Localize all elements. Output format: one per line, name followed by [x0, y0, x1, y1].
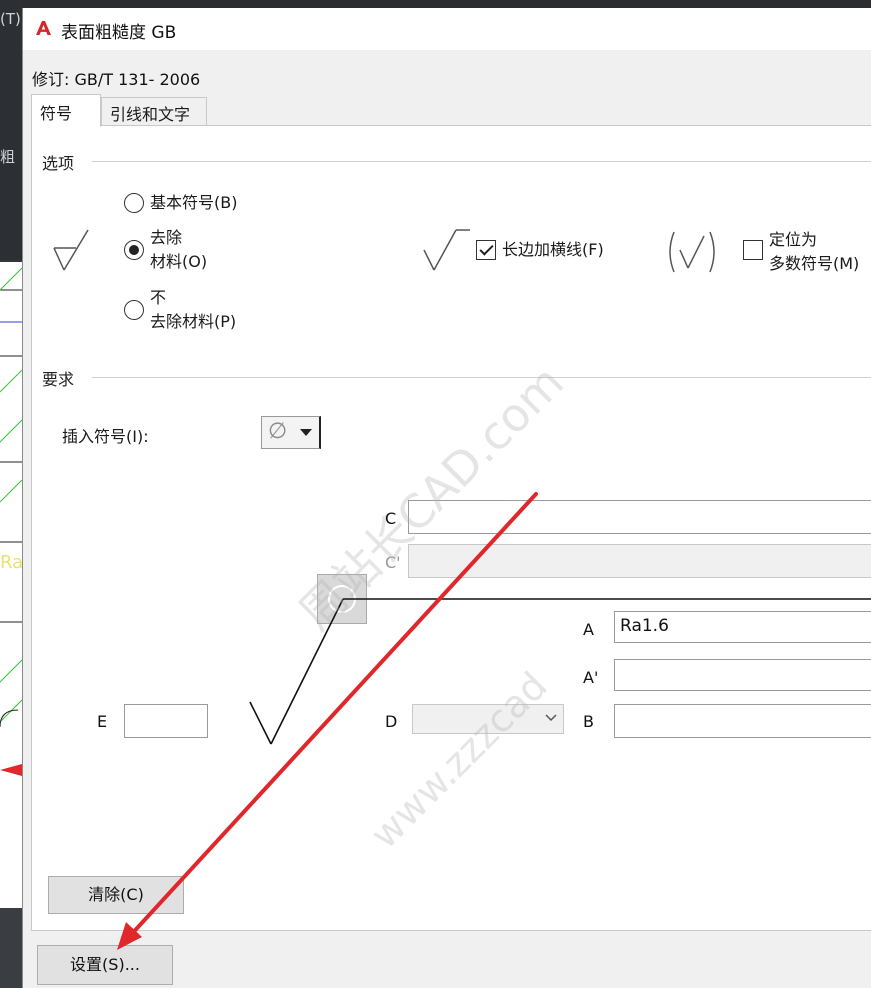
field-a-letter: A [583, 620, 594, 639]
surface-roughness-dialog: 表面粗糙度 GB 修订: GB/T 131- 2006 符号 引线和文字 选项 … [22, 8, 871, 988]
field-a-prime-letter: A' [583, 668, 599, 687]
radio-no-material-removal-label-line1: 不 [150, 288, 167, 307]
tab-symbol[interactable]: 符号 [31, 94, 101, 127]
autocad-logo-icon [34, 19, 52, 37]
tab-leader-and-text[interactable]: 引线和文字 [101, 97, 207, 126]
requirements-group-title: 要求 [42, 366, 81, 390]
dropdown-arrow-icon [300, 429, 312, 436]
radio-remove-material-label-line2: 材料(O) [150, 252, 208, 271]
cad-fragment-text: 粗 [0, 148, 16, 166]
material-removal-symbol-icon [53, 229, 89, 271]
title-bar[interactable]: 表面粗糙度 GB [23, 8, 871, 50]
field-e-input[interactable] [124, 704, 208, 738]
radio-no-material-removal[interactable] [124, 300, 144, 320]
cad-drawing-area: Ra [0, 262, 22, 908]
field-d-dropdown[interactable] [412, 704, 564, 734]
diameter-symbol: ∅ [268, 419, 288, 444]
background-cad-drawing: (T) 粗 Ra [0, 0, 22, 988]
options-group-divider [92, 161, 871, 162]
clear-button[interactable]: 清除(C) [48, 876, 184, 914]
chevron-down-icon [545, 714, 557, 722]
field-c-letter: C [385, 509, 397, 528]
radio-no-material-removal-label-line2: 去除材料(P) [150, 312, 237, 331]
revision-label: 修订: GB/T 131- 2006 [32, 70, 201, 89]
field-c-prime-input[interactable] [408, 544, 871, 578]
radio-basic-symbol-label: 基本符号(B) [150, 193, 238, 212]
checkbox-position-majority-label-line1: 定位为 [769, 230, 818, 249]
insert-symbol-dropdown[interactable]: ∅ [261, 416, 321, 449]
options-group-title: 选项 [42, 150, 81, 174]
field-a-input[interactable]: Ra1.6 [614, 611, 871, 643]
field-c-input[interactable] [408, 500, 871, 534]
insert-symbol-label: 插入符号(I): [62, 427, 149, 446]
dialog-title: 表面粗糙度 GB [61, 23, 177, 43]
field-a-prime-input[interactable] [614, 659, 871, 691]
symbol-tab-panel: 选项 基本符号(B) 去除 材料(O) 不 去除材料(P) 长边加横线(F) 定… [31, 125, 871, 931]
field-e-letter: E [97, 712, 108, 731]
radio-remove-material-label-line1: 去除 [150, 228, 183, 247]
settings-button[interactable]: 设置(S)... [37, 945, 173, 985]
field-b-letter: B [583, 712, 594, 731]
checkbox-position-majority-label-line2: 多数符号(M) [769, 254, 860, 273]
field-c-prime-letter: C' [385, 553, 401, 572]
radio-remove-material[interactable] [124, 240, 144, 260]
requirements-group-divider [92, 377, 871, 378]
cad-toolbar-area [0, 0, 22, 260]
field-b-input[interactable] [614, 704, 871, 738]
cad-drawing-lines [0, 267, 22, 776]
cad-fragment-text: (T) [0, 10, 21, 28]
cad-fragment-text: Ra [0, 552, 22, 573]
field-d-letter: D [385, 712, 398, 731]
checkbox-long-side-bar[interactable] [476, 240, 496, 260]
watermark-line2: .com [455, 354, 574, 473]
radio-basic-symbol[interactable] [124, 193, 144, 213]
checkbox-long-side-bar-label: 长边加横线(F) [502, 240, 604, 259]
cad-status-area [0, 908, 22, 988]
checkbox-position-majority[interactable] [743, 240, 763, 260]
majority-symbol-icon [669, 231, 715, 273]
long-side-bar-symbol-icon [423, 229, 470, 271]
